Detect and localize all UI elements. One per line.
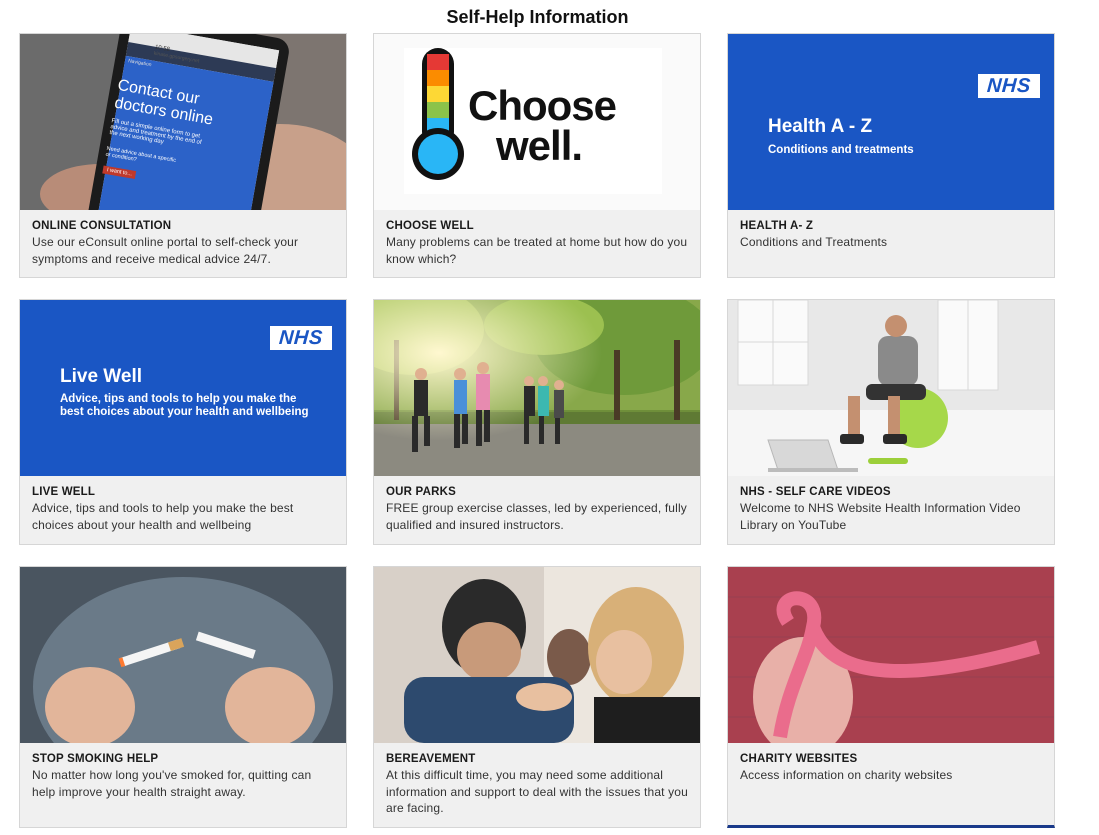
card-description: FREE group exercise classes, led by expe… — [386, 501, 687, 532]
page-title: Self-Help Information — [446, 7, 629, 27]
banner-title: Health A - Z — [768, 116, 873, 137]
live-well-banner: NHS Live Well Advice, tips and tools to … — [20, 300, 346, 476]
card-title: CHOOSE WELL — [386, 220, 474, 232]
our-parks-image — [374, 300, 700, 476]
online-consultation-image: 10:58 kinase.gpsurgery.net Navigation Co… — [20, 34, 346, 210]
card-description: Welcome to NHS Website Health Informatio… — [740, 501, 1021, 532]
card-description: At this difficult time, you may need som… — [386, 768, 688, 815]
card-description: Advice, tips and tools to help you make … — [32, 501, 294, 532]
card-description: Conditions and Treatments — [740, 235, 888, 249]
charity-websites-image — [728, 567, 1054, 743]
self-care-videos-image — [728, 300, 1054, 476]
card-online-consultation[interactable]: 10:58 kinase.gpsurgery.net Navigation Co… — [19, 33, 347, 278]
nhs-logo-icon: NHS — [978, 74, 1040, 98]
card-title: LIVE WELL — [32, 486, 96, 498]
nhs-logo-icon: NHS — [270, 326, 332, 350]
card-nhs-self-care-videos[interactable]: NHS - SELF CARE VIDEOS Welcome to NHS We… — [727, 299, 1055, 545]
banner-title: Live Well — [60, 366, 143, 387]
banner-subtitle: Advice, tips and tools to help you make … — [60, 393, 309, 418]
card-charity-websites[interactable]: CHARITY WEBSITES Access information on c… — [727, 566, 1055, 828]
card-description: No matter how long you've smoked for, qu… — [32, 768, 312, 799]
card-bereavement[interactable]: BEREAVEMENT At this difficult time, you … — [373, 566, 701, 828]
card-title: HEALTH A- Z — [740, 220, 814, 232]
stop-smoking-image — [20, 567, 346, 743]
phone-screen-text: 10:58 kinase.gpsurgery.net Navigation Co… — [94, 38, 266, 200]
card-description: Many problems can be treated at home but… — [386, 235, 688, 266]
card-stop-smoking-help[interactable]: STOP SMOKING HELP No matter how long you… — [19, 566, 347, 828]
card-live-well[interactable]: NHS Live Well Advice, tips and tools to … — [19, 299, 347, 545]
choose-well-image: Choose well. — [374, 34, 700, 210]
choose-well-logo-text: Choose well. — [468, 82, 617, 169]
card-title: OUR PARKS — [386, 486, 456, 498]
card-title: BEREAVEMENT — [386, 753, 476, 765]
card-choose-well[interactable]: Choose well. CHOOSE WELL Many problems c… — [373, 33, 701, 278]
card-description: Access information on charity websites — [740, 768, 953, 782]
bereavement-image — [374, 567, 700, 743]
health-a-z-banner: NHS Health A - Z Conditions and treatmen… — [728, 34, 1054, 210]
banner-subtitle: Conditions and treatments — [768, 144, 914, 156]
card-title: STOP SMOKING HELP — [32, 753, 159, 765]
card-health-a-z[interactable]: NHS Health A - Z Conditions and treatmen… — [727, 33, 1055, 278]
card-description: Use our eConsult online portal to self-c… — [32, 235, 299, 266]
card-title: NHS - SELF CARE VIDEOS — [740, 486, 891, 498]
card-our-parks[interactable]: OUR PARKS FREE group exercise classes, l… — [373, 299, 701, 545]
card-title: CHARITY WEBSITES — [740, 753, 858, 765]
card-title: ONLINE CONSULTATION — [32, 220, 172, 232]
